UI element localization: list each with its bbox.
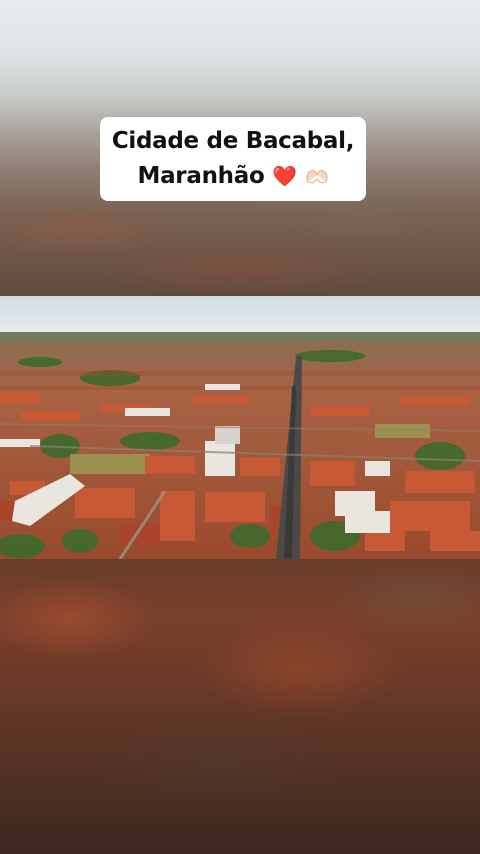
caption-location: Maranhão bbox=[137, 163, 265, 189]
heart-hands-icon bbox=[306, 170, 327, 184]
aerial-city-photo bbox=[0, 296, 480, 559]
caption-line-1: Cidade de Bacabal, bbox=[111, 128, 355, 154]
sky bbox=[0, 296, 480, 336]
heart-icon: ❤️ bbox=[272, 164, 297, 188]
video-frame: Cidade de Bacabal, Maranhão ❤️ bbox=[0, 0, 480, 854]
caption-line-2: Maranhão ❤️ bbox=[106, 159, 360, 194]
blurred-backdrop-bottom bbox=[0, 559, 480, 854]
caption-box: Cidade de Bacabal, Maranhão ❤️ bbox=[100, 117, 366, 201]
